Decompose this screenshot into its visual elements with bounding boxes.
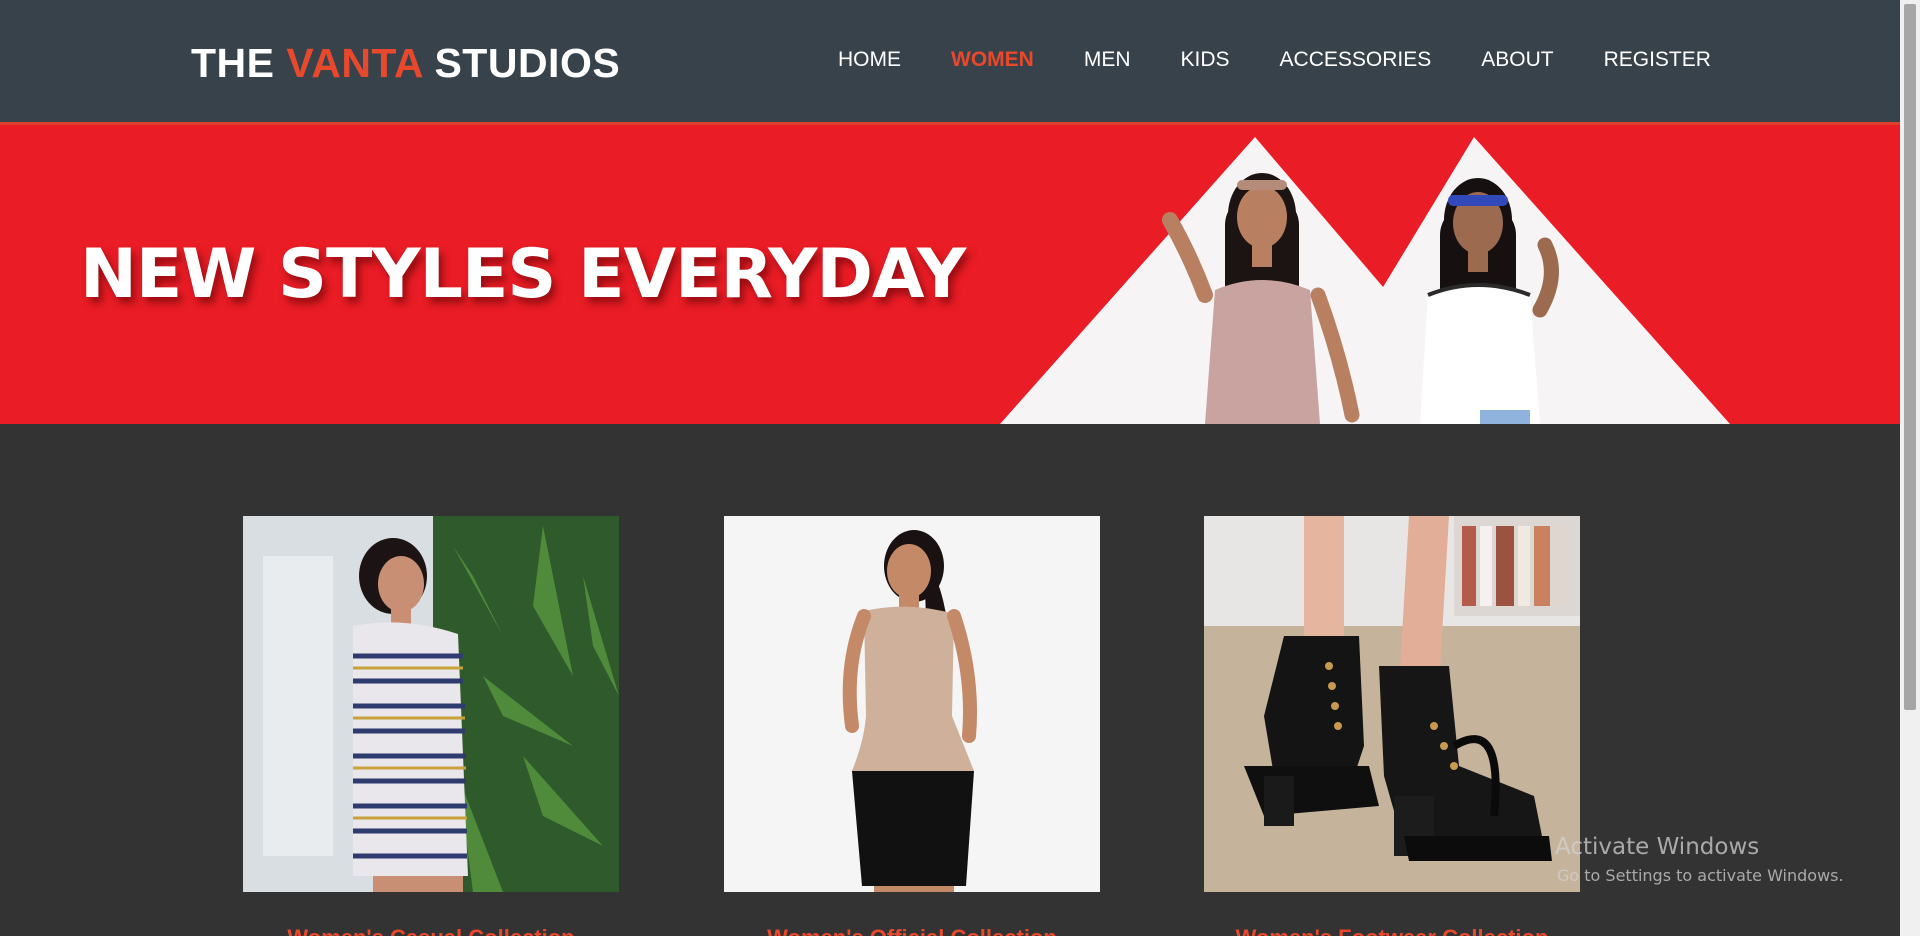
nav-home[interactable]: HOME [838, 48, 901, 72]
product-card-casual[interactable]: Women's Casual Collection [243, 516, 619, 936]
nav-register[interactable]: REGISTER [1604, 48, 1711, 72]
product-caption-footwear[interactable]: Women's Footwear Collection [1204, 925, 1580, 936]
logo-text-studios: STUDIOS [434, 40, 621, 86]
site-logo[interactable]: THE VANTA STUDIOS [191, 40, 620, 87]
nav-about[interactable]: ABOUT [1481, 48, 1553, 72]
nav-men[interactable]: MEN [1084, 48, 1131, 72]
product-card-footwear[interactable]: Women's Footwear Collection [1204, 516, 1580, 936]
product-image-official[interactable] [724, 516, 1100, 892]
windows-activation-watermark: Activate Windows Go to Settings to activ… [1555, 834, 1844, 885]
nav-women[interactable]: WOMEN [951, 48, 1034, 72]
vertical-scrollbar[interactable] [1900, 0, 1920, 936]
product-image-footwear[interactable] [1204, 516, 1580, 892]
logo-text-the: THE [191, 40, 275, 86]
logo-text-vanta: VANTA [286, 40, 423, 86]
banner-title: NEW STYLES EVERYDAY [80, 235, 966, 314]
product-caption-casual[interactable]: Women's Casual Collection [243, 925, 619, 936]
site-header: THE VANTA STUDIOS HOME WOMEN MEN KIDS AC… [0, 0, 1900, 125]
watermark-line2: Go to Settings to activate Windows. [1557, 866, 1844, 885]
product-card-official[interactable]: Women's Official Collection [724, 516, 1100, 936]
hero-banner: NEW STYLES EVERYDAY [0, 125, 1900, 424]
page: THE VANTA STUDIOS HOME WOMEN MEN KIDS AC… [0, 0, 1920, 936]
nav-accessories[interactable]: ACCESSORIES [1280, 48, 1432, 72]
main-nav: HOME WOMEN MEN KIDS ACCESSORIES ABOUT RE… [838, 48, 1761, 72]
scrollbar-thumb[interactable] [1904, 4, 1916, 710]
product-image-casual[interactable] [243, 516, 619, 892]
product-caption-official[interactable]: Women's Official Collection [724, 925, 1100, 936]
bookshelf [1454, 516, 1580, 616]
nav-kids[interactable]: KIDS [1181, 48, 1230, 72]
watermark-line1: Activate Windows [1555, 834, 1760, 860]
